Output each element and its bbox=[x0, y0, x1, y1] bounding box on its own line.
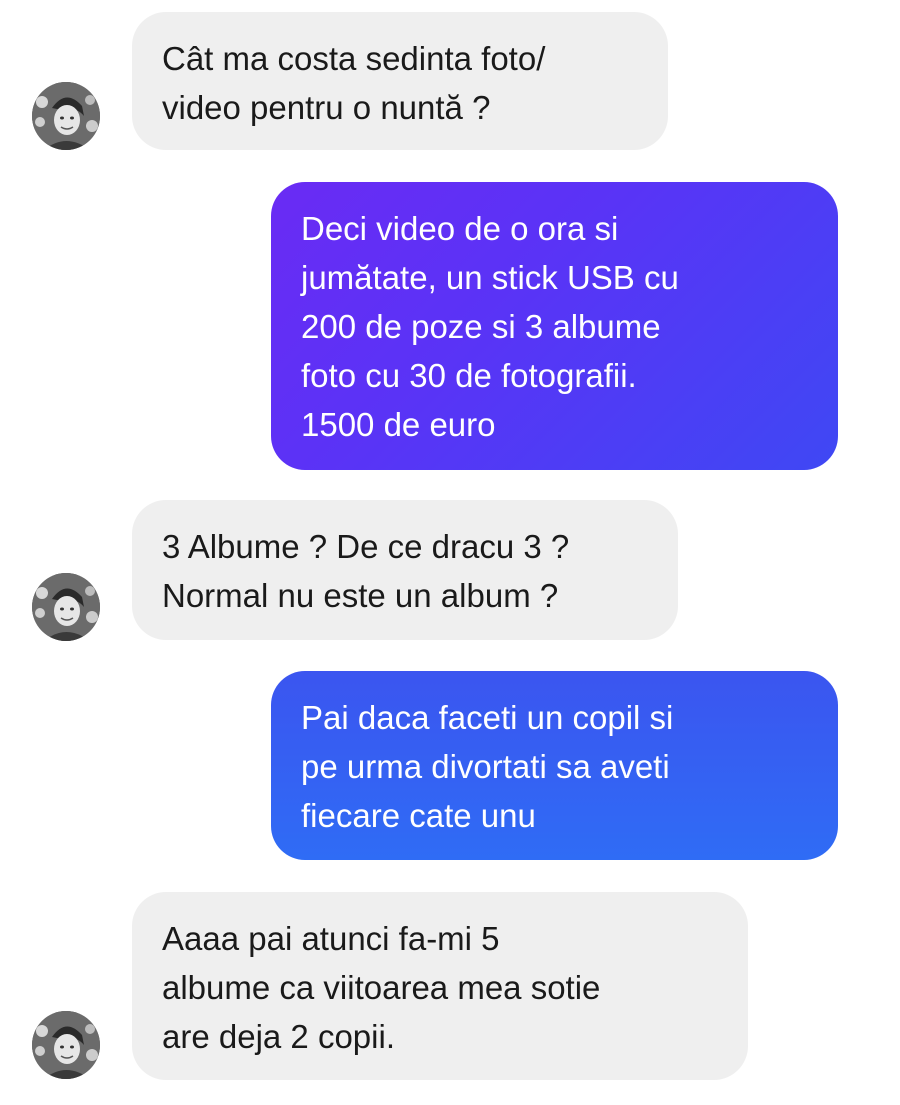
message-line: are deja 2 copii. bbox=[162, 1018, 395, 1055]
message-line: Aaaa pai atunci fa-mi 5 bbox=[162, 920, 500, 957]
contact-avatar[interactable] bbox=[32, 82, 100, 150]
message-line: Normal nu este un album ? bbox=[162, 577, 559, 614]
message-incoming[interactable]: Cât ma costa sedinta foto/ video pentru … bbox=[132, 12, 668, 150]
message-line: 3 Albume ? De ce dracu 3 ? bbox=[162, 528, 570, 565]
message-line: Cât ma costa sedinta foto/ bbox=[162, 40, 546, 77]
user-avatar-icon bbox=[32, 1011, 100, 1079]
message-outgoing[interactable]: Deci video de o ora si jumătate, un stic… bbox=[271, 182, 838, 470]
message-line: jumătate, un stick USB cu bbox=[301, 259, 679, 296]
contact-avatar[interactable] bbox=[32, 1011, 100, 1079]
message-line: pe urma divortati sa aveti bbox=[301, 748, 670, 785]
message-line: foto cu 30 de fotografii. bbox=[301, 357, 637, 394]
message-incoming[interactable]: Aaaa pai atunci fa-mi 5 albume ca viitoa… bbox=[132, 892, 748, 1080]
contact-avatar[interactable] bbox=[32, 573, 100, 641]
message-line: video pentru o nuntă ? bbox=[162, 89, 491, 126]
chat-thread: Cât ma costa sedinta foto/ video pentru … bbox=[0, 0, 900, 1105]
message-line: 200 de poze si 3 albume bbox=[301, 308, 661, 345]
message-line: Deci video de o ora si bbox=[301, 210, 619, 247]
message-line: Pai daca faceti un copil si bbox=[301, 699, 674, 736]
message-incoming[interactable]: 3 Albume ? De ce dracu 3 ? Normal nu est… bbox=[132, 500, 678, 640]
message-line: fiecare cate unu bbox=[301, 797, 536, 834]
user-avatar-icon bbox=[32, 82, 100, 150]
user-avatar-icon bbox=[32, 573, 100, 641]
message-line: albume ca viitoarea mea sotie bbox=[162, 969, 601, 1006]
message-outgoing[interactable]: Pai daca faceti un copil si pe urma divo… bbox=[271, 671, 838, 860]
message-line: 1500 de euro bbox=[301, 406, 496, 443]
